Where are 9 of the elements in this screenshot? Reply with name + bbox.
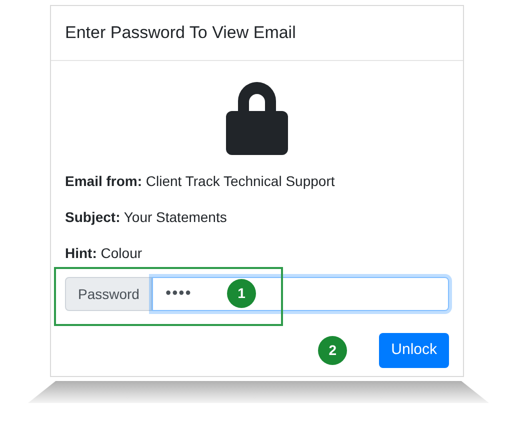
password-label: Password bbox=[65, 277, 152, 311]
step-badge: 2 bbox=[318, 336, 348, 365]
detail-line: Email from: Client Track Technical Support bbox=[65, 172, 336, 191]
detail-line: Subject: Your Statements bbox=[65, 208, 228, 227]
dialog-title: Enter Password To View Email bbox=[65, 22, 296, 44]
unlock-button[interactable]: Unlock bbox=[379, 333, 449, 368]
padlock-icon bbox=[226, 79, 288, 155]
detail-line: Hint: Colour bbox=[65, 244, 144, 263]
step-badge: 1 bbox=[227, 279, 256, 308]
